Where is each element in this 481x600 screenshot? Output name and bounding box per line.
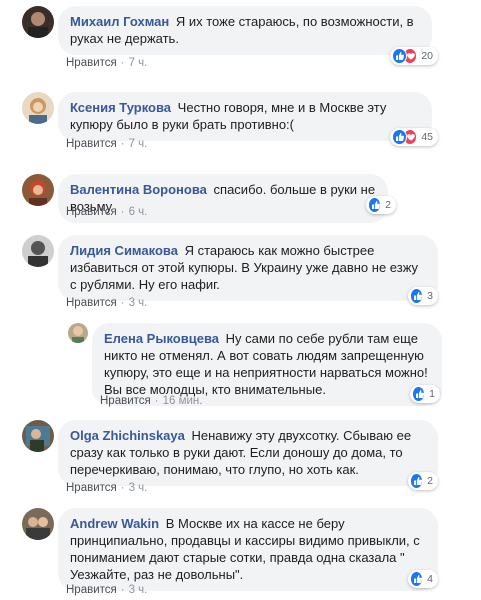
like-link[interactable]: Нравится — [66, 138, 117, 150]
comment-timestamp[interactable]: 7 ч. — [129, 57, 148, 69]
comment-author[interactable]: Михаил Гохман — [70, 14, 169, 29]
comment-author[interactable]: Елена Рыковцева — [104, 331, 219, 346]
reaction-count: 20 — [421, 50, 433, 62]
avatar[interactable] — [22, 235, 54, 267]
like-icon — [392, 48, 407, 64]
avatar[interactable] — [22, 174, 54, 206]
comment: Olga Zhichinskaya Ненавижу эту двухсотку… — [22, 420, 462, 500]
comment-meta: Нравится · 3 ч. — [66, 584, 148, 596]
avatar[interactable] — [68, 323, 88, 343]
comment-bubble: Ксения Туркова Честно говоря, мне и в Мо… — [58, 92, 432, 141]
like-icon — [412, 386, 426, 402]
comment-meta: Нравится · 7 ч. — [66, 57, 148, 69]
reaction-count: 2 — [385, 199, 391, 211]
comment-bubble: Andrew Wakin В Москве их на кассе не бер… — [58, 508, 438, 591]
comment-timestamp[interactable]: 3 ч. — [129, 297, 148, 309]
like-link[interactable]: Нравится — [66, 206, 117, 218]
like-link[interactable]: Нравится — [66, 57, 117, 69]
comment: Валентина Воронова спасибо. больше в рук… — [22, 174, 462, 224]
comment-bubble: Елена Рыковцева Ну сами по себе рубли та… — [92, 323, 442, 406]
comment: Ксения Туркова Честно говоря, мне и в Мо… — [22, 92, 462, 158]
reaction-count: 1 — [429, 388, 435, 400]
like-icon — [410, 473, 424, 489]
comment-author[interactable]: Ксения Туркова — [70, 100, 171, 115]
comment-timestamp[interactable]: 16 мин. — [163, 395, 203, 407]
like-icon — [410, 571, 424, 587]
like-link[interactable]: Нравится — [100, 395, 151, 407]
reactions-badge[interactable]: 45 — [390, 128, 438, 146]
comment-meta: Нравится · 7 ч. — [66, 138, 148, 150]
comment-thread: Михаил Гохман Я их тоже стараюсь, по воз… — [0, 0, 481, 600]
comment: Andrew Wakin В Москве их на кассе не бер… — [22, 508, 462, 598]
comment-timestamp[interactable]: 7 ч. — [129, 138, 148, 150]
reply-comment: Елена Рыковцева Ну сами по себе рубли та… — [68, 323, 468, 413]
reactions-badge[interactable]: 1 — [410, 385, 440, 403]
comment-bubble: Olga Zhichinskaya Ненавижу эту двухсотку… — [58, 420, 438, 486]
comment-bubble: Михаил Гохман Я их тоже стараюсь, по воз… — [58, 6, 432, 55]
reactions-badge[interactable]: 20 — [390, 47, 438, 65]
avatar[interactable] — [22, 6, 54, 38]
comment-author[interactable]: Olga Zhichinskaya — [70, 428, 185, 443]
avatar[interactable] — [22, 508, 54, 540]
reaction-count: 45 — [421, 131, 433, 143]
comment-meta: Нравится · 3 ч. — [66, 482, 148, 494]
avatar[interactable] — [22, 420, 54, 452]
comment-meta: Нравится · 16 мин. — [100, 395, 203, 407]
comment-author[interactable]: Andrew Wakin — [70, 516, 159, 531]
comment: Лидия Симакова Я стараюсь как можно быст… — [22, 235, 462, 315]
like-icon — [392, 129, 407, 145]
comment: Михаил Гохман Я их тоже стараюсь, по воз… — [22, 6, 462, 72]
avatar[interactable] — [22, 92, 54, 124]
reactions-badge[interactable]: 2 — [408, 472, 438, 490]
like-icon — [368, 197, 382, 213]
comment-meta: Нравится · 6 ч. — [66, 206, 148, 218]
reaction-count: 4 — [427, 573, 433, 585]
comment-author[interactable]: Лидия Симакова — [70, 243, 178, 258]
comment-timestamp[interactable]: 3 ч. — [129, 482, 148, 494]
comment-meta: Нравится · 3 ч. — [66, 297, 148, 309]
reactions-badge[interactable]: 3 — [408, 287, 438, 305]
comment-timestamp[interactable]: 3 ч. — [129, 584, 148, 596]
reactions-badge[interactable]: 4 — [408, 570, 438, 588]
like-icon — [410, 288, 424, 304]
like-link[interactable]: Нравится — [66, 584, 117, 596]
reactions-badge[interactable]: 2 — [366, 196, 396, 214]
comment-bubble: Лидия Симакова Я стараюсь как можно быст… — [58, 235, 438, 301]
reaction-count: 2 — [427, 475, 433, 487]
comment-timestamp[interactable]: 6 ч. — [129, 206, 148, 218]
like-link[interactable]: Нравится — [66, 482, 117, 494]
comment-author[interactable]: Валентина Воронова — [70, 182, 207, 197]
reaction-count: 3 — [427, 290, 433, 302]
like-link[interactable]: Нравится — [66, 297, 117, 309]
